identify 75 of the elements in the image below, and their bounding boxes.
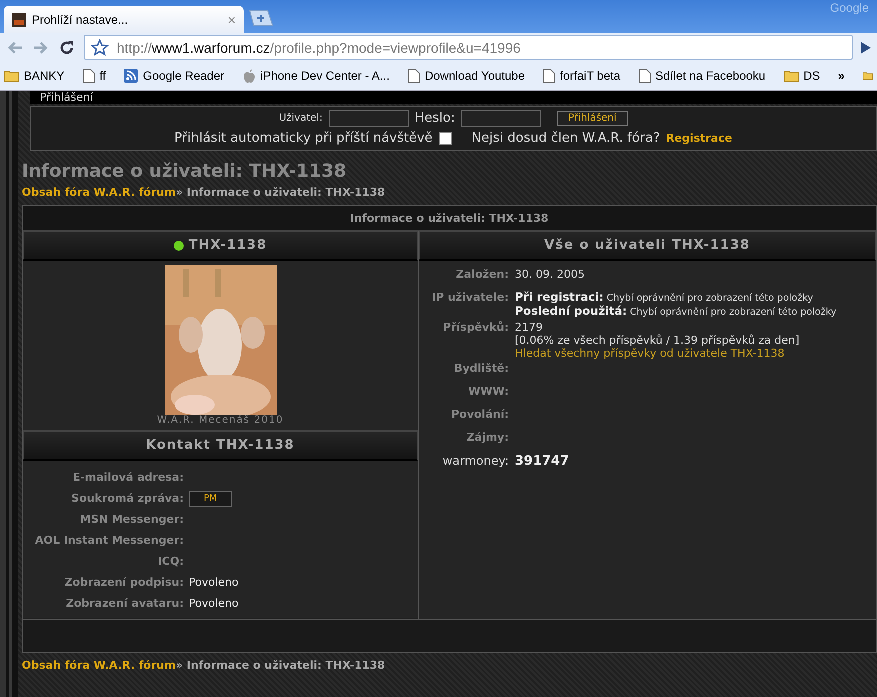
reload-icon[interactable] xyxy=(58,38,76,56)
field-value: 2179 xyxy=(515,321,544,334)
url-text: http://www1.warforum.cz/profile.php?mode=viewprofile&u=41996 xyxy=(117,40,521,56)
pm-button[interactable]: PM xyxy=(189,490,232,506)
contact-title: Kontakt THX-1138 xyxy=(146,438,295,453)
field-label: MSN Messenger: xyxy=(79,513,185,526)
bookmark[interactable]: iPhone Dev Center - A... xyxy=(242,68,390,84)
field-label: Zobrazení podpisu: xyxy=(64,576,185,589)
breadcrumb-link[interactable]: Obsah fóra W.A.R. fórum xyxy=(22,186,176,199)
field-label: WWW: xyxy=(468,385,510,400)
about-title: Vše o uživateli THX-1138 xyxy=(544,238,750,253)
page-icon xyxy=(638,69,651,83)
page-icon xyxy=(408,69,420,83)
bookmark[interactable]: Download Youtube xyxy=(408,69,526,83)
page-icon xyxy=(82,69,95,83)
field-label: Zájmy: xyxy=(466,431,510,446)
forum-favicon-icon xyxy=(12,12,26,26)
user-rank: W.A.R. Mecenáš 2010 xyxy=(157,415,284,426)
apple-icon xyxy=(242,68,256,84)
back-icon[interactable] xyxy=(6,40,24,56)
field-label: Příspěvků: xyxy=(442,321,510,336)
autologin-label: Přihlásit automaticky při příští návštěvě xyxy=(174,131,433,146)
username-label: Uživatel: xyxy=(279,113,323,124)
more-bookmarks-button[interactable]: » xyxy=(838,69,845,83)
breadcrumb-current: » Informace o uživateli: THX-1138 xyxy=(176,186,386,199)
field-value: 391747 xyxy=(515,454,570,469)
breadcrumb-current: » Informace o uživateli: THX-1138 xyxy=(176,659,386,672)
field-label: Bydliště: xyxy=(453,362,510,377)
bookmark[interactable]: DS xyxy=(784,69,820,83)
field-value: Povoleno xyxy=(189,597,239,610)
username: THX-1138 xyxy=(188,238,268,253)
password-field[interactable] xyxy=(461,110,542,127)
corner-text: Google xyxy=(830,1,869,15)
field-value: 30. 09. 2005 xyxy=(515,268,585,281)
bookmark[interactable]: Google Reader xyxy=(124,69,225,83)
field-label: Soukromá zpráva: xyxy=(70,492,185,505)
bookmark[interactable]: forfaiT beta xyxy=(543,69,621,83)
folder-icon[interactable] xyxy=(862,70,873,82)
bookmark[interactable]: BANKY xyxy=(4,69,65,83)
field-label: Povolání: xyxy=(450,408,510,423)
field-label: Založen: xyxy=(455,268,510,283)
rss-feed-icon xyxy=(124,69,138,83)
browser-tab[interactable]: Prohlíží nastave... × xyxy=(4,6,244,33)
new-tab-icon[interactable] xyxy=(248,10,274,27)
register-prompt: Nejsi dosud člen W.A.R. fóra? xyxy=(472,131,660,146)
field-label: IP uživatele: xyxy=(431,291,510,306)
address-bar[interactable]: http://www1.warforum.cz/profile.php?mode=viewprofile&u=41996 xyxy=(84,35,853,60)
panel-title: Informace o uživateli: THX-1138 xyxy=(350,212,549,224)
field-label: warmoney: xyxy=(442,454,510,470)
autologin-checkbox[interactable] xyxy=(438,132,452,145)
field-label: E-mailová adresa: xyxy=(72,471,185,484)
field-value: Povoleno xyxy=(189,576,239,589)
forward-icon[interactable] xyxy=(32,40,50,56)
field-value: Poslední použitá: Chybí oprávnění pro zobrazení této položky xyxy=(515,305,837,319)
bookmark[interactable]: Sdílet na Facebooku xyxy=(638,69,766,83)
breadcrumb-link[interactable]: Obsah fóra W.A.R. fórum xyxy=(22,659,176,672)
folder-icon xyxy=(4,70,19,82)
tab-title: Prohlíží nastave... xyxy=(32,12,130,26)
login-heading: Přihlášení xyxy=(40,91,94,104)
star-icon[interactable] xyxy=(91,38,109,56)
field-label: ICQ: xyxy=(157,555,185,568)
folder-icon xyxy=(784,70,799,82)
field-label: AOL Instant Messenger: xyxy=(34,534,185,547)
bookmark[interactable]: ff xyxy=(82,69,106,83)
register-link[interactable]: Registrace xyxy=(666,132,732,145)
field-value: [0.06% ze všech příspěvků / 1.39 příspěvků za den] xyxy=(515,334,800,347)
play-icon[interactable] xyxy=(861,42,871,54)
field-value: Při registraci: Chybí oprávnění pro zobrazení této položky xyxy=(515,291,814,305)
page-title: Informace o uživateli: THX-1138 xyxy=(22,161,348,182)
page-icon xyxy=(543,69,556,83)
password-label: Heslo: xyxy=(414,111,456,126)
field-label: Zobrazení avataru: xyxy=(65,597,185,610)
login-button[interactable]: Přihlášení xyxy=(557,111,628,126)
username-field[interactable] xyxy=(328,110,409,127)
search-posts-link[interactable]: Hledat všechny příspěvky od uživatele THX-1138 xyxy=(515,347,800,360)
